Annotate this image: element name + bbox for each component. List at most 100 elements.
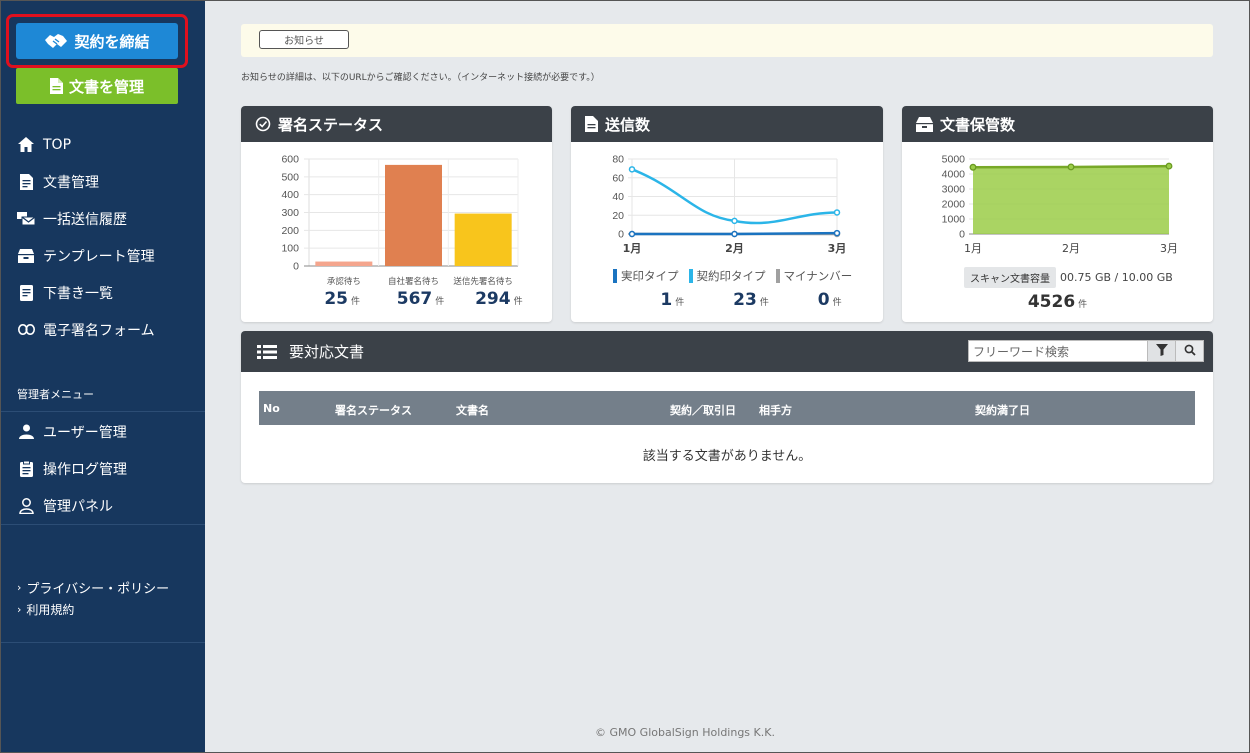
privacy-policy-label: プライバシー・ポリシー [26,581,170,597]
y-tick-label: 4000 [942,169,966,181]
stat-1: 23 件 [712,290,791,310]
chevron-right-icon: › [17,602,22,616]
stat-unit: 件 [759,298,769,308]
scan-capacity: スキャン文書容量 00.75 GB / 10.00 GB [964,267,1173,288]
notice-bar: お知らせ [241,24,1213,57]
divider [0,642,205,643]
sent-count-title: 送信数 [605,115,651,134]
data-point [1165,162,1173,170]
sent-count-legend: 実印タイプ 契約印タイプ マイナンバー [613,268,862,284]
legend-swatch [688,269,693,283]
stat-2: 0件 [790,290,869,310]
admin-panel-icon [17,497,35,515]
storage-count-value: 4526 [1027,292,1076,312]
copyright: © GMO GlobalSign Holdings K.K. [595,726,775,739]
search-box: フリーワード検索 [968,340,1204,362]
col-contract-date[interactable]: 契約／取引日 [670,402,736,418]
manage-docs-button[interactable]: 文書を管理 [16,68,178,104]
admin-menu-title: 管理者メニュー [17,388,94,401]
sidebar-item-logs[interactable]: 操作ログ管理 [0,450,205,487]
sidebar-item-drafts[interactable]: 下書き一覧 [0,274,205,311]
x-tick-label: 2月 [1062,242,1080,255]
legend-label: 契約印タイプ [696,269,766,283]
data-point [833,209,841,216]
data-point [731,230,738,238]
data-point [1067,163,1075,171]
sidebar-item-label: 下書き一覧 [43,285,113,302]
sidebar-item-label: ユーザー管理 [43,424,127,441]
draft-icon [17,284,35,302]
sidebar-item-templates[interactable]: テンプレート管理 [0,237,205,274]
sidebar-item-label: テンプレート管理 [43,248,155,265]
sidebar-item-label: 操作ログ管理 [43,461,127,478]
sidebar-item-label: 管理パネル [43,498,113,515]
stat-0: 1件 [633,290,712,310]
y-tick-label: 0 [959,229,965,241]
card-header: 要対応文書 フリーワード検索 [241,331,1213,372]
main-nav: TOP 文書管理一括送信履歴テンプレート管理 下書き一覧電子署名フォーム [0,126,205,348]
bar[interactable] [385,164,442,266]
footer-links: › プライバシー・ポリシー › 利用規約 [17,576,169,620]
y-tick-label: 0 [293,261,299,273]
storage-stat: 4526 件 [902,292,1213,312]
data-point [628,166,636,173]
terms-link[interactable]: › 利用規約 [17,598,169,620]
chevron-right-icon: › [17,580,22,594]
home-icon [17,136,35,154]
legend-item: 実印タイプ [613,268,679,284]
storage-count: 4526 件 [1028,292,1087,312]
bar[interactable] [454,213,512,266]
bar[interactable] [315,261,373,266]
legend-swatch [613,269,617,283]
privacy-policy-link[interactable]: › プライバシー・ポリシー [17,576,169,598]
sidebar-item-documents[interactable]: 文書管理 [0,163,205,200]
filter-button[interactable] [1148,340,1176,362]
sidebar-item-admin-panel[interactable]: 管理パネル [0,487,205,524]
archive-box-icon [916,116,933,132]
link-icon [17,321,35,339]
log-icon [17,460,35,478]
y-tick-label: 80 [612,154,624,166]
legend-label: マイナンバー [783,269,853,283]
file-icon [49,78,63,94]
sidebar-item-top[interactable]: TOP [0,126,205,163]
filter-icon [1155,342,1168,360]
sidebar-item-label: 一括送信履歴 [43,211,127,228]
sent-count-card: 送信数 0 20 40 60 80 1月 2月 3月 実印タイプ 契約印タイプ マイナンバー 1件… [571,106,883,322]
pending-documents-title: 要対応文書 [289,343,365,361]
terms-label: 利用規約 [26,602,75,617]
y-tick-label: 40 [612,191,624,203]
x-tick-label: 1月 [623,242,642,255]
col-expiry-date[interactable]: 契約満了日 [975,402,1030,418]
y-tick-label: 1000 [942,214,966,226]
sidebar-item-esign-form[interactable]: 電子署名フォーム [0,311,205,348]
sidebar-item-bulk-history[interactable]: 一括送信履歴 [0,200,205,237]
search-icon [1184,342,1196,360]
col-no[interactable]: No [263,402,280,415]
y-tick-label: 5000 [942,154,966,166]
data-point [969,163,977,171]
scan-capacity-badge: スキャン文書容量 [964,267,1056,288]
signature-status-stats: 25 件 567 件 294 件 [241,289,552,309]
storage-title: 文書保管数 [940,115,1016,134]
notice-text: お知らせの詳細は、以下のURLからご確認ください。（インターネット接続が必要です… [241,73,600,83]
data-point [833,229,841,237]
bulk-send-icon [17,210,35,228]
sent-count-chart: 0 20 40 60 80 1月 2月 3月 [612,154,846,256]
x-tick-label: 3月 [1160,242,1178,255]
stat-unit: 件 [832,298,842,308]
notice-button[interactable]: お知らせ [259,30,349,49]
sidebar-item-users[interactable]: ユーザー管理 [0,413,205,450]
col-signature-status[interactable]: 署名ステータス [335,402,412,418]
y-tick-label: 400 [281,189,299,201]
list-icon [257,344,277,360]
search-button[interactable] [1176,340,1204,362]
stat-1: 567 件 [381,289,459,309]
legend-item: マイナンバー [775,268,853,284]
search-input[interactable]: フリーワード検索 [968,340,1148,362]
col-document-name[interactable]: 文書名 [456,402,489,418]
check-circle-icon [255,116,271,132]
col-counterparty[interactable]: 相手方 [759,402,792,418]
stat-value: 1 [660,290,673,310]
card-header: 送信数 [571,106,883,142]
